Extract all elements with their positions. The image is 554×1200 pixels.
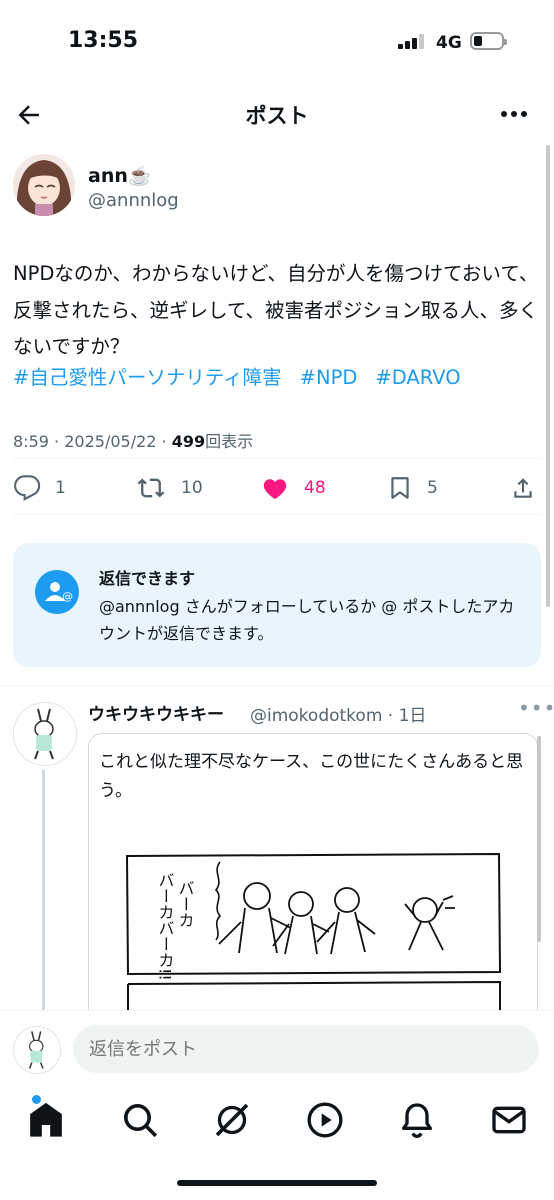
page-title: ポスト	[245, 104, 309, 128]
network-type: 4G	[436, 33, 462, 53]
author-handle[interactable]: @annnlog	[88, 190, 179, 211]
svg-text:バーカバーカ!!: バーカバーカ!!	[156, 872, 175, 981]
composer-avatar[interactable]	[13, 1026, 61, 1074]
retweet-icon	[137, 478, 165, 498]
post-text: NPDなのか、わからないけど、自分が人を傷つけておいて、反撃されたら、逆ギレして…	[13, 262, 539, 358]
bookmark-action[interactable]: 5	[387, 474, 438, 502]
post-meta: 8:59 · 2025/05/22 · 499回表示	[13, 428, 253, 452]
divider	[13, 458, 541, 459]
meta-separator: ·	[54, 432, 60, 451]
reply-action[interactable]: 1	[13, 474, 66, 502]
reply-input[interactable]	[73, 1025, 539, 1073]
hashtag-link[interactable]: #自己愛性パーソナリティ障害	[13, 366, 282, 389]
svg-text:バーカ: バーカ	[176, 880, 195, 928]
status-time: 13:55	[68, 28, 139, 53]
reply-composer	[0, 1010, 554, 1091]
divider	[13, 514, 541, 515]
reply-more-icon[interactable]: •••	[518, 696, 554, 720]
thread-line	[42, 770, 45, 1020]
view-count: 499	[171, 432, 206, 451]
signal-icon	[398, 34, 428, 49]
reply-author-handle: @imokodotkom	[250, 706, 383, 726]
heart-icon	[263, 479, 287, 500]
author-avatar[interactable]	[13, 154, 75, 216]
like-count: 48	[304, 478, 326, 498]
bookmark-icon	[391, 477, 409, 499]
like-action[interactable]: 48	[260, 474, 326, 502]
retweet-action[interactable]: 10	[135, 474, 203, 502]
author-name[interactable]: ann☕️	[88, 164, 152, 187]
reply-age: · 1日	[387, 706, 427, 726]
share-action[interactable]	[510, 474, 536, 502]
hashtag-link[interactable]: #NPD	[300, 366, 358, 389]
divider	[0, 685, 554, 686]
mention-user-icon: @	[35, 570, 79, 614]
notification-dot	[30, 1093, 43, 1106]
messages-icon[interactable]	[489, 1100, 529, 1140]
meta-separator: ·	[161, 432, 167, 451]
home-icon[interactable]	[26, 1100, 66, 1140]
video-icon[interactable]	[305, 1100, 345, 1140]
reply-text: これと似た理不尽なケース、この世にたくさんあると思う。	[99, 752, 524, 801]
search-icon[interactable]	[120, 1100, 160, 1140]
reply-handle-line[interactable]: @imokodotkom · 1日	[250, 701, 426, 726]
hashtag-link[interactable]: #DARVO	[375, 366, 460, 389]
restriction-body: @annnlog さんがフォローしているか @ ポストしたアカウントが返信できま…	[99, 597, 515, 643]
manga-image: バーカ バーカバーカ!! バ	[125, 852, 502, 1034]
share-icon	[514, 478, 532, 498]
reply-content-card[interactable]: これと似た理不尽なケース、この世にたくさんあると思う。 バーカ バーカバーカ!!…	[88, 733, 538, 1035]
post-date: 2025/05/22	[64, 432, 157, 451]
notifications-icon[interactable]	[397, 1100, 437, 1140]
reply-restriction-card: @ 返信できます @annnlog さんがフォローしているか @ ポストしたアカ…	[13, 543, 541, 667]
retweet-count: 10	[181, 478, 203, 498]
home-indicator	[177, 1180, 377, 1186]
more-icon[interactable]	[498, 104, 530, 124]
hashtag-list: #自己愛性パーソナリティ障害 #NPD #DARVO	[13, 361, 479, 390]
restriction-title: 返信できます	[99, 569, 196, 588]
reply-count: 1	[55, 478, 66, 498]
svg-text:@: @	[62, 590, 73, 603]
reply-avatar[interactable]	[13, 702, 77, 766]
post-time: 8:59	[13, 432, 49, 451]
bookmark-count: 5	[427, 478, 438, 498]
grok-icon[interactable]	[212, 1100, 252, 1140]
reply-author-name[interactable]: ウキウキウキキー	[88, 700, 224, 725]
view-label: 回表示	[205, 432, 254, 451]
card-scrollbar[interactable]	[537, 736, 541, 942]
reply-icon	[14, 475, 41, 501]
page-scrollbar[interactable]	[546, 145, 550, 607]
battery-icon	[470, 32, 507, 50]
